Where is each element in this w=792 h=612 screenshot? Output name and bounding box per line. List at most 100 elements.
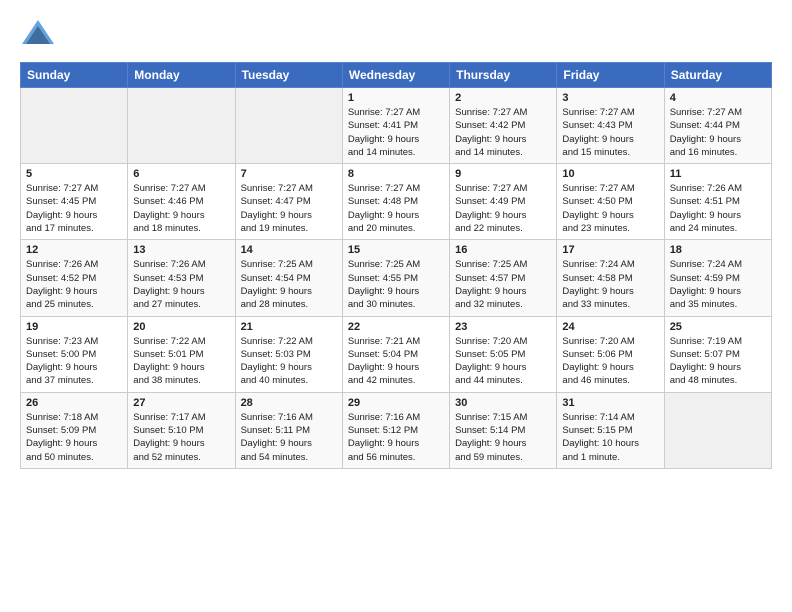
calendar-week-row: 19 Sunrise: 7:23 AM Sunset: 5:00 PM Dayli… <box>21 316 772 392</box>
day-number: 15 <box>348 244 444 256</box>
day-info: Sunrise: 7:15 AM Sunset: 5:14 PM Dayligh… <box>455 411 551 464</box>
header <box>20 16 772 52</box>
day-number: 30 <box>455 397 551 409</box>
day-info: Sunrise: 7:17 AM Sunset: 5:10 PM Dayligh… <box>133 411 229 464</box>
calendar-cell: 2Sunrise: 7:27 AM Sunset: 4:42 PM Daylig… <box>450 88 557 164</box>
calendar-cell: 5 Sunrise: 7:27 AM Sunset: 4:45 PM Daylig… <box>21 164 128 240</box>
calendar-cell: 26 Sunrise: 7:18 AM Sunset: 5:09 PM Dayli… <box>21 392 128 468</box>
day-number: 7 <box>241 168 337 180</box>
day-info: Sunrise: 7:20 AM Sunset: 5:06 PM Dayligh… <box>562 335 658 388</box>
day-number: 13 <box>133 244 229 256</box>
weekday-header-monday: Monday <box>128 63 235 88</box>
calendar-cell: 28 Sunrise: 7:16 AM Sunset: 5:11 PM Dayli… <box>235 392 342 468</box>
weekday-header-tuesday: Tuesday <box>235 63 342 88</box>
day-info: Sunrise: 7:27 AM Sunset: 4:44 PM Dayligh… <box>670 106 766 159</box>
calendar-cell: 13Sunrise: 7:26 AM Sunset: 4:53 PM Dayli… <box>128 240 235 316</box>
day-info: Sunrise: 7:18 AM Sunset: 5:09 PM Dayligh… <box>26 411 122 464</box>
day-info: Sunrise: 7:26 AM Sunset: 4:52 PM Dayligh… <box>26 258 122 311</box>
day-number: 28 <box>241 397 337 409</box>
calendar-cell <box>664 392 771 468</box>
logo-icon <box>20 16 56 52</box>
day-info: Sunrise: 7:22 AM Sunset: 5:01 PM Dayligh… <box>133 335 229 388</box>
day-info: Sunrise: 7:22 AM Sunset: 5:03 PM Dayligh… <box>241 335 337 388</box>
day-info: Sunrise: 7:27 AM Sunset: 4:45 PM Dayligh… <box>26 182 122 235</box>
weekday-header-thursday: Thursday <box>450 63 557 88</box>
day-info: Sunrise: 7:27 AM Sunset: 4:49 PM Dayligh… <box>455 182 551 235</box>
day-number: 23 <box>455 321 551 333</box>
day-number: 27 <box>133 397 229 409</box>
day-info: Sunrise: 7:23 AM Sunset: 5:00 PM Dayligh… <box>26 335 122 388</box>
day-number: 9 <box>455 168 551 180</box>
calendar-cell <box>21 88 128 164</box>
calendar-cell: 24Sunrise: 7:20 AM Sunset: 5:06 PM Dayli… <box>557 316 664 392</box>
day-number: 11 <box>670 168 766 180</box>
day-info: Sunrise: 7:16 AM Sunset: 5:12 PM Dayligh… <box>348 411 444 464</box>
calendar-cell: 16Sunrise: 7:25 AM Sunset: 4:57 PM Dayli… <box>450 240 557 316</box>
page: SundayMondayTuesdayWednesdayThursdayFrid… <box>0 0 792 485</box>
calendar-cell: 15 Sunrise: 7:25 AM Sunset: 4:55 PM Dayli… <box>342 240 449 316</box>
day-number: 22 <box>348 321 444 333</box>
day-number: 19 <box>26 321 122 333</box>
day-number: 16 <box>455 244 551 256</box>
calendar-cell: 12 Sunrise: 7:26 AM Sunset: 4:52 PM Dayli… <box>21 240 128 316</box>
calendar-cell: 30 Sunrise: 7:15 AM Sunset: 5:14 PM Dayli… <box>450 392 557 468</box>
day-number: 1 <box>348 92 444 104</box>
day-number: 12 <box>26 244 122 256</box>
day-info: Sunrise: 7:19 AM Sunset: 5:07 PM Dayligh… <box>670 335 766 388</box>
calendar-cell: 11Sunrise: 7:26 AM Sunset: 4:51 PM Dayli… <box>664 164 771 240</box>
day-number: 26 <box>26 397 122 409</box>
day-number: 21 <box>241 321 337 333</box>
calendar-cell: 29 Sunrise: 7:16 AM Sunset: 5:12 PM Dayli… <box>342 392 449 468</box>
day-info: Sunrise: 7:27 AM Sunset: 4:43 PM Dayligh… <box>562 106 658 159</box>
weekday-header-wednesday: Wednesday <box>342 63 449 88</box>
day-number: 31 <box>562 397 658 409</box>
day-info: Sunrise: 7:27 AM Sunset: 4:48 PM Dayligh… <box>348 182 444 235</box>
calendar-cell: 27 Sunrise: 7:17 AM Sunset: 5:10 PM Dayli… <box>128 392 235 468</box>
day-info: Sunrise: 7:27 AM Sunset: 4:46 PM Dayligh… <box>133 182 229 235</box>
day-number: 6 <box>133 168 229 180</box>
calendar-cell: 14 Sunrise: 7:25 AM Sunset: 4:54 PM Dayli… <box>235 240 342 316</box>
day-number: 17 <box>562 244 658 256</box>
calendar-cell: 23 Sunrise: 7:20 AM Sunset: 5:05 PM Dayli… <box>450 316 557 392</box>
day-info: Sunrise: 7:20 AM Sunset: 5:05 PM Dayligh… <box>455 335 551 388</box>
calendar-cell: 1Sunrise: 7:27 AM Sunset: 4:41 PM Daylig… <box>342 88 449 164</box>
day-info: Sunrise: 7:27 AM Sunset: 4:50 PM Dayligh… <box>562 182 658 235</box>
weekday-header-saturday: Saturday <box>664 63 771 88</box>
calendar-cell: 7Sunrise: 7:27 AM Sunset: 4:47 PM Daylig… <box>235 164 342 240</box>
calendar-week-row: 1Sunrise: 7:27 AM Sunset: 4:41 PM Daylig… <box>21 88 772 164</box>
day-info: Sunrise: 7:24 AM Sunset: 4:59 PM Dayligh… <box>670 258 766 311</box>
day-number: 2 <box>455 92 551 104</box>
calendar-header: SundayMondayTuesdayWednesdayThursdayFrid… <box>21 63 772 88</box>
weekday-header-row: SundayMondayTuesdayWednesdayThursdayFrid… <box>21 63 772 88</box>
calendar-cell: 17 Sunrise: 7:24 AM Sunset: 4:58 PM Dayli… <box>557 240 664 316</box>
calendar-cell <box>235 88 342 164</box>
calendar-cell: 31 Sunrise: 7:14 AM Sunset: 5:15 PM Dayli… <box>557 392 664 468</box>
calendar-cell: 10Sunrise: 7:27 AM Sunset: 4:50 PM Dayli… <box>557 164 664 240</box>
calendar-cell: 25 Sunrise: 7:19 AM Sunset: 5:07 PM Dayli… <box>664 316 771 392</box>
calendar-cell: 19 Sunrise: 7:23 AM Sunset: 5:00 PM Dayli… <box>21 316 128 392</box>
day-number: 25 <box>670 321 766 333</box>
day-info: Sunrise: 7:14 AM Sunset: 5:15 PM Dayligh… <box>562 411 658 464</box>
calendar-week-row: 5 Sunrise: 7:27 AM Sunset: 4:45 PM Daylig… <box>21 164 772 240</box>
calendar-cell: 3 Sunrise: 7:27 AM Sunset: 4:43 PM Daylig… <box>557 88 664 164</box>
calendar-cell <box>128 88 235 164</box>
calendar-cell: 6 Sunrise: 7:27 AM Sunset: 4:46 PM Daylig… <box>128 164 235 240</box>
day-info: Sunrise: 7:16 AM Sunset: 5:11 PM Dayligh… <box>241 411 337 464</box>
day-info: Sunrise: 7:21 AM Sunset: 5:04 PM Dayligh… <box>348 335 444 388</box>
calendar-body: 1Sunrise: 7:27 AM Sunset: 4:41 PM Daylig… <box>21 88 772 469</box>
day-number: 3 <box>562 92 658 104</box>
day-number: 20 <box>133 321 229 333</box>
day-info: Sunrise: 7:25 AM Sunset: 4:54 PM Dayligh… <box>241 258 337 311</box>
weekday-header-sunday: Sunday <box>21 63 128 88</box>
calendar-cell: 9 Sunrise: 7:27 AM Sunset: 4:49 PM Daylig… <box>450 164 557 240</box>
day-info: Sunrise: 7:24 AM Sunset: 4:58 PM Dayligh… <box>562 258 658 311</box>
day-number: 14 <box>241 244 337 256</box>
calendar-cell: 8Sunrise: 7:27 AM Sunset: 4:48 PM Daylig… <box>342 164 449 240</box>
day-info: Sunrise: 7:25 AM Sunset: 4:55 PM Dayligh… <box>348 258 444 311</box>
calendar-week-row: 12 Sunrise: 7:26 AM Sunset: 4:52 PM Dayli… <box>21 240 772 316</box>
day-number: 5 <box>26 168 122 180</box>
calendar-cell: 20 Sunrise: 7:22 AM Sunset: 5:01 PM Dayli… <box>128 316 235 392</box>
day-number: 29 <box>348 397 444 409</box>
day-number: 18 <box>670 244 766 256</box>
calendar-cell: 18 Sunrise: 7:24 AM Sunset: 4:59 PM Dayli… <box>664 240 771 316</box>
